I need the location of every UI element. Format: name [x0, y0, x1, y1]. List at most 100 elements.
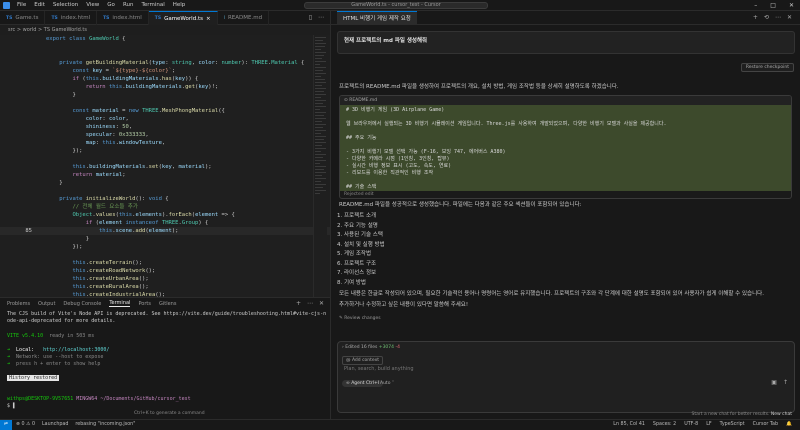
code-line[interactable]: specular: 0x333333, [0, 131, 330, 139]
code-line[interactable] [0, 155, 330, 163]
cursor-tab-status[interactable]: Cursor Tab [753, 420, 778, 430]
code-line[interactable]: if (this.buildingMaterials.has(key)) { [0, 75, 330, 83]
menu-help[interactable]: Help [173, 2, 186, 8]
tab-ports[interactable]: Ports [138, 301, 151, 307]
code-line[interactable]: shininess: 50, [0, 123, 330, 131]
menu-view[interactable]: View [86, 2, 99, 8]
code-line[interactable]: color: color, [0, 115, 330, 123]
breadcrumb[interactable]: src > world > TS GameWorld.ts [0, 26, 330, 35]
code-line[interactable]: return material; [0, 171, 330, 179]
git-status[interactable]: rebasing "incoming.json" [75, 420, 135, 430]
code-line[interactable]: }); [0, 147, 330, 155]
tab-index-html-2[interactable]: TS index.html [97, 11, 149, 25]
tab-output[interactable]: Output [38, 301, 55, 307]
file-icon: TS [51, 15, 58, 21]
tab-debug-console[interactable]: Debug Console [63, 301, 101, 307]
user-message[interactable]: 현재 프로젝트의 md 파일 생성해줘 [337, 31, 795, 54]
minimap[interactable] [313, 35, 327, 297]
code-line[interactable]: private getBuildingMaterial(type: string… [0, 59, 330, 67]
code-line[interactable] [0, 99, 330, 107]
code-line[interactable]: } [0, 91, 330, 99]
more-actions-icon[interactable]: ⋯ [318, 14, 324, 21]
code-line[interactable]: 85 this.scene.add(element); [0, 227, 330, 235]
remote-icon[interactable]: ⇌ [0, 420, 12, 430]
code-card-line: ## 주요 기능 [346, 135, 377, 141]
vite-ready-time: ready in 503 ms [49, 333, 95, 339]
add-context-button[interactable]: @ Add context [342, 356, 384, 365]
vite-network-line: ➜ Network: use --host to expose [7, 354, 104, 360]
code-line[interactable]: export class GameWorld { [0, 35, 330, 43]
restore-checkpoint-button[interactable]: Restore checkpoint [740, 63, 794, 72]
code-line[interactable]: // 전체 월드 요소들 추가 [0, 203, 330, 211]
code-line[interactable]: } [0, 235, 330, 243]
agent-mode-dropdown[interactable]: ∞ Agent Ctrl+I [342, 380, 384, 387]
edited-files-summary[interactable]: › Edited 16 files +3074 -4 [342, 345, 400, 350]
tab-index-html[interactable]: TS index.html [45, 11, 98, 25]
code-line[interactable]: return this.buildingMaterials.get(key)!; [0, 83, 330, 91]
encoding[interactable]: UTF-8 [684, 420, 698, 430]
code-line[interactable]: Object.values(this.elements).forEach(ele… [0, 211, 330, 219]
code-line[interactable]: }); [0, 243, 330, 251]
language-mode[interactable]: TypeScript [720, 420, 745, 430]
close-icon[interactable]: ✕ [789, 2, 794, 9]
close-panel-icon[interactable]: ✕ [319, 300, 324, 307]
add-terminal-icon[interactable]: + [296, 300, 301, 307]
review-changes-link[interactable]: ✎ Review changes [339, 316, 381, 321]
menu-selection[interactable]: Selection [53, 2, 78, 8]
code-line[interactable] [0, 251, 330, 259]
new-chat-icon[interactable]: + [753, 14, 758, 21]
menu-go[interactable]: Go [107, 2, 115, 8]
code-line[interactable]: this.buildingMaterials.set(key, material… [0, 163, 330, 171]
history-icon[interactable]: ⟲ [764, 14, 769, 21]
code-line[interactable] [0, 43, 330, 51]
command-center-search[interactable]: GameWorld.ts - cursor_test - Cursor [304, 2, 488, 9]
code-line[interactable]: this.createUrbanArea(); [0, 275, 330, 283]
terminal-input[interactable]: $ ▌ [7, 403, 16, 410]
code-line[interactable]: this.createRuralArea(); [0, 283, 330, 291]
problems-count[interactable]: ⊗ 0 ⚠ 0 [16, 420, 35, 430]
menu-edit[interactable]: Edit [34, 2, 45, 8]
menu-file[interactable]: File [17, 2, 26, 8]
minimize-icon[interactable]: – [754, 2, 757, 9]
editor-tab-bar: TS Game.ts TS index.html TS index.html TS Ga… [0, 11, 330, 25]
close-icon[interactable]: ✕ [787, 14, 792, 21]
tab-problems[interactable]: Problems [7, 301, 30, 307]
split-editor-icon[interactable]: ▯ [309, 14, 312, 21]
code-line[interactable]: } [0, 179, 330, 187]
chat-input[interactable]: Plan, search, build anything [344, 366, 414, 372]
code-line[interactable] [0, 51, 330, 59]
code-line[interactable] [0, 187, 330, 195]
code-line[interactable]: if (element instanceof THREE.Group) { [0, 219, 330, 227]
model-selector[interactable]: Auto ˅ [380, 381, 394, 386]
code-line[interactable]: this.createRoadNetwork(); [0, 267, 330, 275]
indentation[interactable]: Spaces: 2 [653, 420, 676, 430]
more-actions-icon[interactable]: ⋯ [775, 14, 781, 21]
maximize-icon[interactable]: □ [770, 2, 776, 9]
tab-game-ts[interactable]: TS Game.ts [0, 11, 46, 25]
code-line[interactable]: this.createTerrain(); [0, 259, 330, 267]
send-icon[interactable]: ↑ [783, 379, 788, 386]
code-line[interactable]: const key = `${type}-${color}`; [0, 67, 330, 75]
menu-run[interactable]: Run [123, 2, 134, 8]
notifications-icon[interactable]: 🔔 [786, 420, 792, 430]
new-chat-link[interactable]: New chat [771, 412, 792, 417]
code-line[interactable]: const material = new THREE.MeshPhongMate… [0, 107, 330, 115]
cursor-position[interactable]: Ln 85, Col 41 [613, 420, 645, 430]
local-url-link[interactable]: http://localhost:3000/ [43, 347, 109, 353]
attach-image-icon[interactable]: ▣ [771, 379, 777, 386]
code-card-header[interactable]: ⊙ README.md [340, 96, 791, 105]
code-line[interactable]: private initializeWorld(): void { [0, 195, 330, 203]
more-actions-icon[interactable]: ⋯ [307, 300, 313, 307]
tab-gitlens[interactable]: Gitlens [159, 301, 176, 307]
tab-gameworld-ts[interactable]: TS GameWorld.ts × [148, 11, 218, 25]
tab-terminal[interactable]: Terminal [109, 300, 131, 307]
chat-title[interactable]: HTML 비행기 게임 제작 요청 [337, 11, 417, 24]
menu-terminal[interactable]: Terminal [141, 2, 164, 8]
code-editor[interactable]: export class GameWorld { private getBuil… [0, 35, 330, 297]
code-line[interactable]: map: this.windowTexture, [0, 139, 330, 147]
launchpad-item[interactable]: Launchpad [42, 420, 68, 430]
tab-readme-md[interactable]: i README.md [218, 11, 270, 25]
line-ending[interactable]: LF [706, 420, 711, 430]
mode-label: Agent [351, 381, 365, 386]
close-tab-icon[interactable]: × [206, 16, 211, 22]
